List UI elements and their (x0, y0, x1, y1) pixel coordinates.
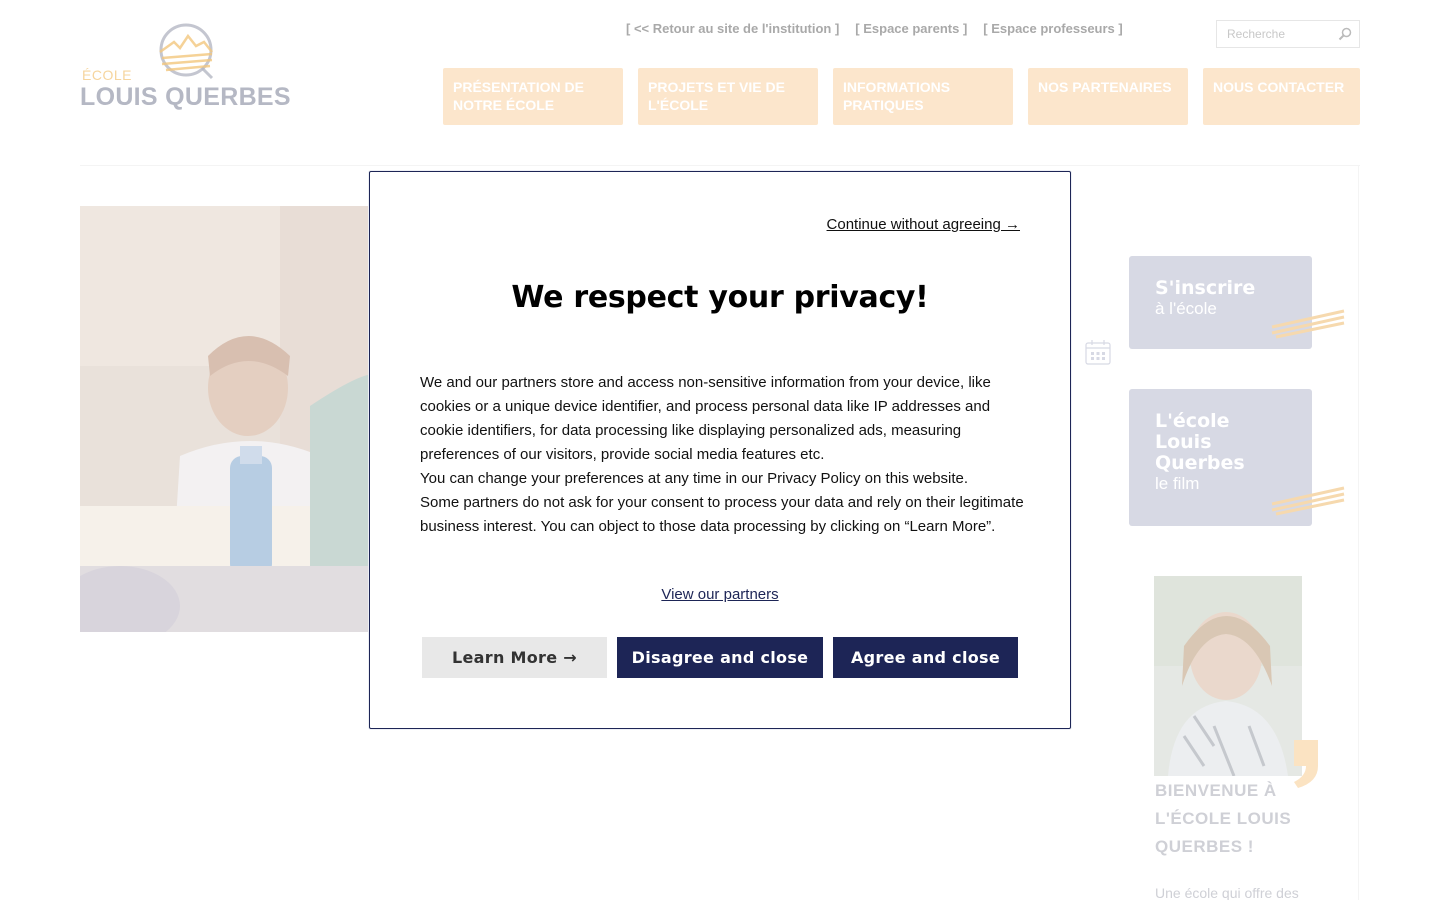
logo-big-text: LOUIS QUERBES (80, 83, 291, 111)
header-divider (80, 165, 1360, 166)
search-icon[interactable] (1338, 27, 1352, 41)
nav-presentation[interactable]: PRÉSENTATION DE NOTRE ÉCOLE (443, 68, 623, 125)
view-partners-link[interactable]: View our partners (661, 586, 778, 603)
learn-more-button[interactable]: Learn More → (422, 637, 607, 678)
continue-without-agreeing-link[interactable]: Continue without agreeing → (827, 216, 1020, 233)
nav-practical-info[interactable]: INFORMATIONS PRATIQUES (833, 68, 1013, 125)
cta-film[interactable]: L'école Louis Querbes le film (1129, 389, 1345, 526)
view-partners-row: View our partners (370, 586, 1070, 603)
cta-film-title: L'école Louis Querbes (1155, 410, 1245, 474)
dialog-body: We and our partners store and access non… (420, 371, 1024, 539)
welcome-title: BIENVENUE À L'ÉCOLE LOUIS QUERBES ! (1155, 781, 1292, 856)
cta-enroll-title: S'inscrire (1155, 277, 1256, 299)
calendar-icon (1085, 340, 1111, 365)
dialog-paragraph: Some partners do not ask for your consen… (420, 494, 1024, 535)
content-border (1358, 165, 1359, 900)
disagree-and-close-button[interactable]: Disagree and close (617, 637, 823, 678)
cta-film-subtitle: le film (1155, 474, 1200, 493)
logo-small-text: ÉCOLE (82, 67, 132, 83)
cta-enroll[interactable]: S'inscrire à l'école (1129, 256, 1345, 349)
link-teachers-space[interactable]: [ Espace professeurs ] (983, 21, 1122, 36)
privacy-consent-dialog: Continue without agreeing → We respect y… (369, 171, 1071, 729)
search-box (1216, 20, 1360, 48)
cta-enroll-subtitle: à l'école (1155, 299, 1217, 318)
portrait-photo (1154, 576, 1302, 776)
dialog-paragraph: You can change your preferences at any t… (420, 470, 969, 487)
dialog-title: We respect your privacy! (511, 280, 929, 315)
link-parents-space[interactable]: [ Espace parents ] (855, 21, 967, 36)
nav-projects[interactable]: PROJETS ET VIE DE L'ÉCOLE (638, 68, 818, 125)
hero-image (80, 206, 380, 632)
link-back-to-institution[interactable]: [ << Retour au site de l'institution ] (626, 21, 839, 36)
nav-partners[interactable]: NOS PARTENAIRES (1028, 68, 1188, 125)
dialog-buttons: Learn More → Disagree and close Agree an… (422, 637, 1018, 678)
welcome-text: Une école qui offre des (1155, 885, 1299, 900)
school-logo[interactable]: ÉCOLE LOUIS QUERBES (80, 20, 300, 116)
dialog-paragraph: We and our partners store and access non… (420, 374, 991, 463)
stripes-decoration-icon (1271, 486, 1345, 516)
agree-and-close-button[interactable]: Agree and close (833, 637, 1018, 678)
top-links: [ << Retour au site de l'institution ] [… (626, 21, 1123, 36)
nav-contact[interactable]: NOUS CONTACTER (1203, 68, 1360, 125)
main-nav: PRÉSENTATION DE NOTRE ÉCOLE PROJETS ET V… (443, 68, 1360, 125)
search-input[interactable] (1227, 27, 1337, 41)
logo-emblem-icon (159, 23, 214, 80)
stripes-decoration-icon (1271, 309, 1345, 339)
classroom-photo (80, 206, 380, 632)
director-portrait (1154, 576, 1302, 776)
